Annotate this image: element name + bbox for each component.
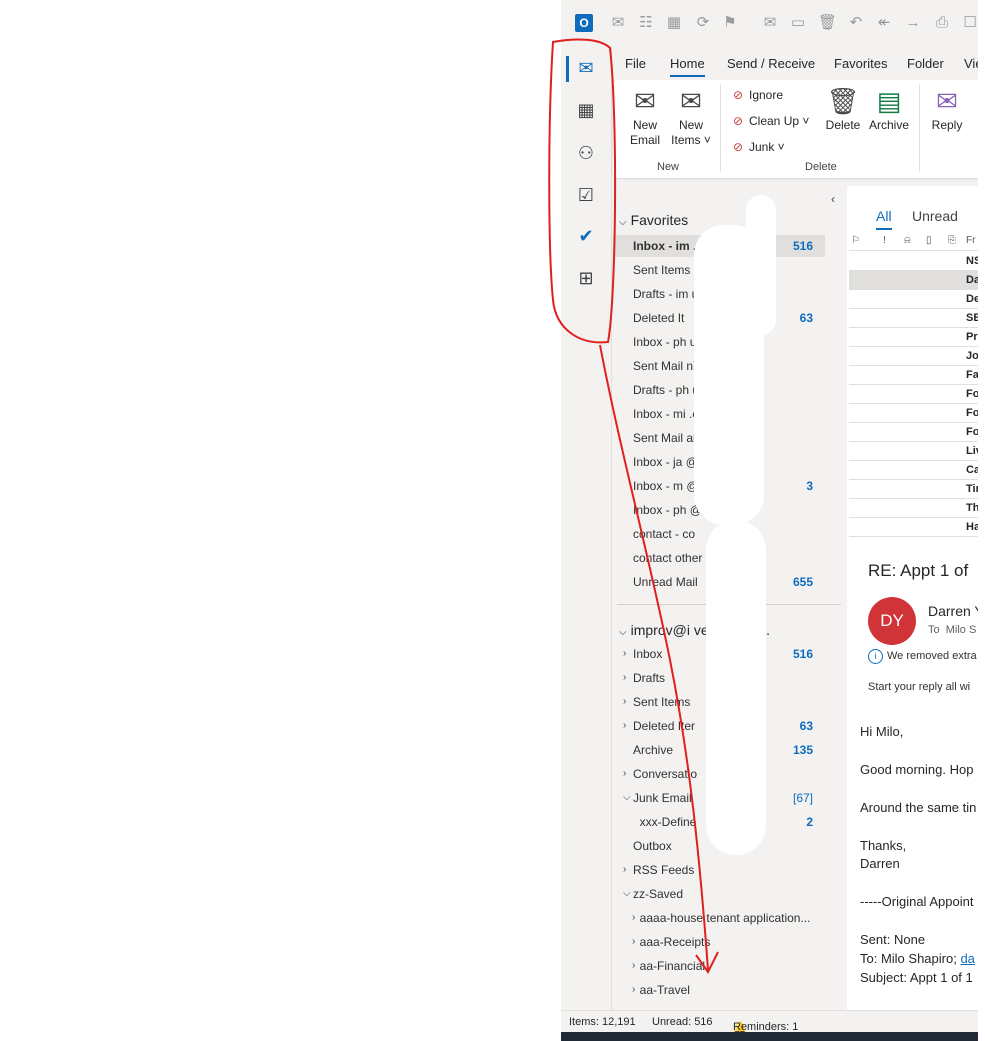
red-annotation-arrow bbox=[548, 38, 719, 974]
